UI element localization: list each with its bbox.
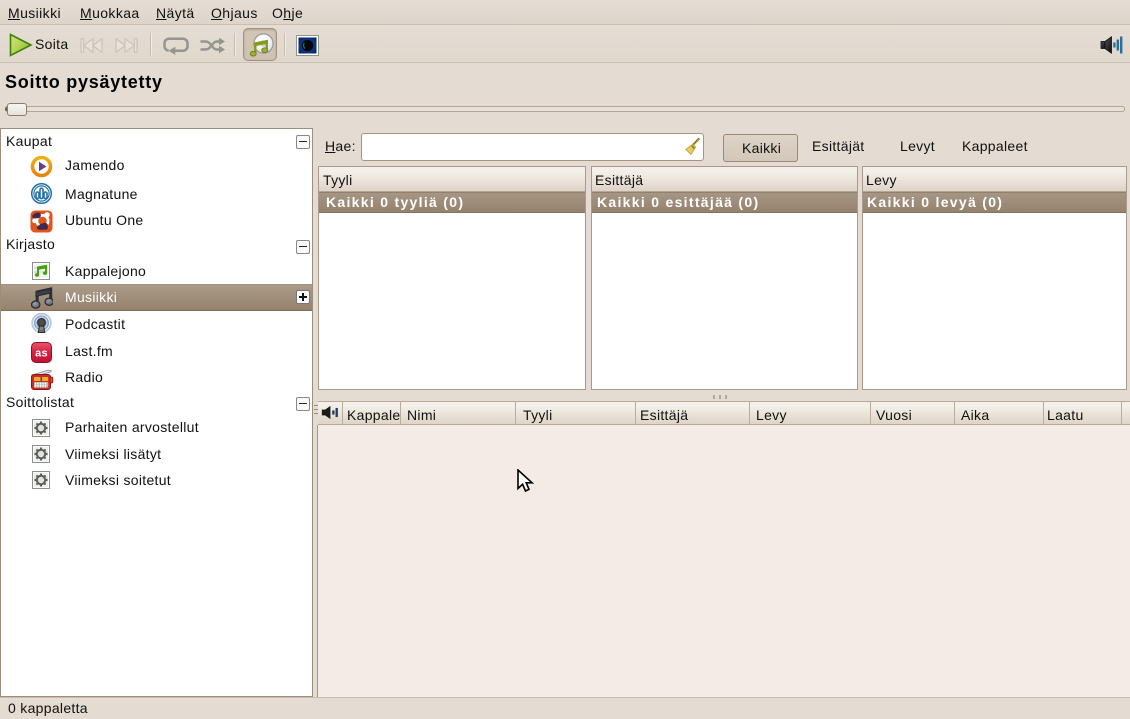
svg-text:as: as (35, 348, 48, 360)
